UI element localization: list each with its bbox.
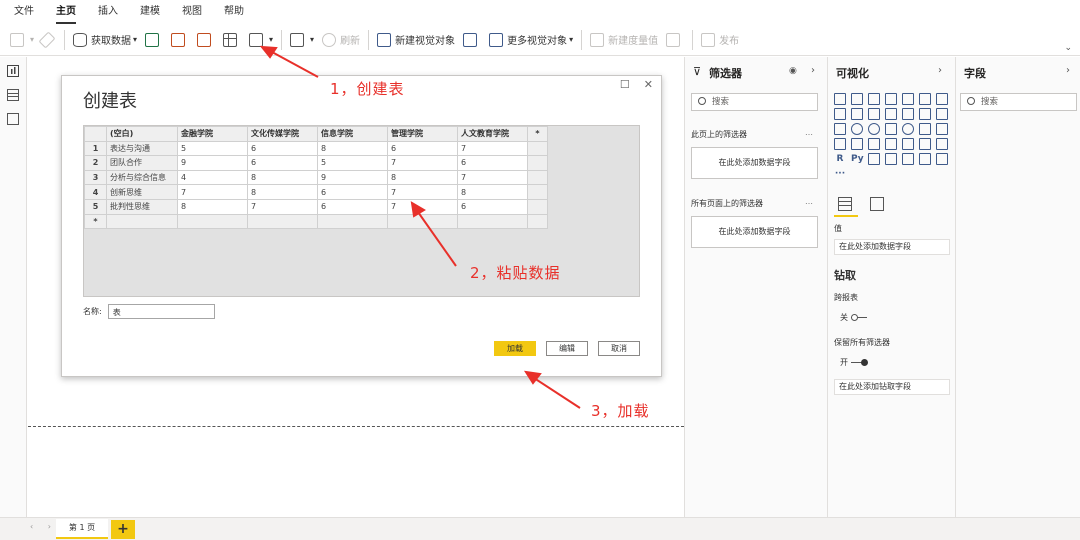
filter-icon: ⊽ bbox=[693, 65, 702, 78]
all-pages-filters-dropzone[interactable]: 在此处添加数据字段 bbox=[691, 216, 818, 248]
all-pages-filters-label: 所有页面上的筛选器… bbox=[691, 197, 813, 208]
page-filters-label: 此页上的筛选器… bbox=[691, 128, 813, 139]
clustered-column-icon[interactable] bbox=[885, 93, 897, 105]
chevron-right-icon[interactable]: › bbox=[1066, 65, 1070, 76]
treemap-icon[interactable] bbox=[885, 123, 897, 135]
percent-bar-icon[interactable] bbox=[902, 93, 914, 105]
qa-icon[interactable] bbox=[902, 153, 914, 165]
line-column-icon[interactable] bbox=[868, 108, 880, 120]
add-page-button[interactable]: + bbox=[111, 520, 135, 539]
multi-row-card-icon[interactable] bbox=[868, 138, 880, 150]
more-icon[interactable]: … bbox=[805, 197, 813, 206]
fields-pane: 字段 › 搜索 bbox=[955, 57, 1080, 517]
visualizations-pane: 可视化 › R Py ··· 值 在此处添加数据字段 钻取 跨报表 关 保留所有… bbox=[827, 57, 955, 517]
table-icon[interactable] bbox=[919, 138, 931, 150]
more-visuals-icon[interactable]: ··· bbox=[834, 168, 846, 180]
ribbon-chart-icon[interactable] bbox=[902, 108, 914, 120]
r-visual-icon[interactable]: R bbox=[834, 153, 846, 165]
more-icon[interactable]: … bbox=[805, 128, 813, 137]
search-icon bbox=[698, 97, 706, 105]
page-nav-arrows[interactable]: ‹ › bbox=[30, 522, 57, 531]
matrix-icon[interactable] bbox=[936, 138, 948, 150]
stacked-column-icon[interactable] bbox=[851, 93, 863, 105]
format-paint-roller-icon[interactable] bbox=[870, 197, 884, 211]
page-filters-dropzone[interactable]: 在此处添加数据字段 bbox=[691, 147, 818, 179]
search-icon bbox=[967, 97, 975, 105]
eye-icon[interactable]: ◉ bbox=[789, 66, 797, 76]
stacked-bar-icon[interactable] bbox=[834, 93, 846, 105]
keep-filters-toggle[interactable]: 开 bbox=[840, 357, 868, 368]
keep-filters-label: 保留所有筛选器 bbox=[834, 338, 890, 347]
smart-narrative-icon[interactable] bbox=[919, 153, 931, 165]
fields-title: 字段 bbox=[964, 67, 986, 80]
percent-column-icon[interactable] bbox=[919, 93, 931, 105]
chevron-right-icon[interactable]: › bbox=[811, 65, 815, 76]
cross-report-label: 跨报表 bbox=[834, 293, 858, 302]
line-chart-icon[interactable] bbox=[936, 93, 948, 105]
drillthrough-title: 钻取 bbox=[834, 269, 856, 282]
annotation-step2: 2，粘贴数据 bbox=[470, 264, 561, 282]
drillthrough-dropzone[interactable]: 在此处添加钻取字段 bbox=[834, 379, 950, 395]
gauge-icon[interactable] bbox=[834, 138, 846, 150]
line-stacked-column-icon[interactable] bbox=[885, 108, 897, 120]
visual-type-gallery: R Py ··· bbox=[834, 93, 950, 180]
card-icon[interactable] bbox=[851, 138, 863, 150]
kpi-icon[interactable] bbox=[885, 138, 897, 150]
shape-map-icon[interactable] bbox=[936, 123, 948, 135]
stacked-area-icon[interactable] bbox=[851, 108, 863, 120]
chevron-right-icon[interactable]: › bbox=[938, 65, 942, 76]
waterfall-icon[interactable] bbox=[919, 108, 931, 120]
page-tabs-bar: ‹ › 第 1 页 + bbox=[0, 517, 1080, 540]
clustered-bar-icon[interactable] bbox=[868, 93, 880, 105]
scatter-icon[interactable] bbox=[834, 123, 846, 135]
filters-title: 筛选器 bbox=[709, 67, 742, 80]
fields-well-icon[interactable] bbox=[838, 197, 852, 211]
values-dropzone[interactable]: 在此处添加数据字段 bbox=[834, 239, 950, 255]
key-influencers-icon[interactable] bbox=[868, 153, 880, 165]
filters-search-input[interactable]: 搜索 bbox=[691, 93, 818, 111]
visualizations-title: 可视化 bbox=[836, 67, 869, 80]
filled-map-icon[interactable] bbox=[919, 123, 931, 135]
donut-icon[interactable] bbox=[868, 123, 880, 135]
map-icon[interactable] bbox=[902, 123, 914, 135]
annotation-step1: 1，创建表 bbox=[330, 80, 405, 98]
cross-report-toggle[interactable]: 关 bbox=[840, 312, 867, 323]
slicer-icon[interactable] bbox=[902, 138, 914, 150]
page-tab[interactable]: 第 1 页 bbox=[56, 519, 108, 539]
values-label: 值 bbox=[834, 224, 842, 233]
annotation-step3: 3，加载 bbox=[591, 402, 650, 420]
filters-pane: ⊽ 筛选器 ◉ › 搜索 此页上的筛选器… 在此处添加数据字段 所有页面上的筛选… bbox=[684, 57, 827, 517]
decomposition-tree-icon[interactable] bbox=[885, 153, 897, 165]
pie-icon[interactable] bbox=[851, 123, 863, 135]
funnel-icon[interactable] bbox=[936, 108, 948, 120]
paginated-report-icon[interactable] bbox=[936, 153, 948, 165]
fields-search-input[interactable]: 搜索 bbox=[960, 93, 1077, 111]
python-visual-icon[interactable]: Py bbox=[851, 153, 864, 165]
area-chart-icon[interactable] bbox=[834, 108, 846, 120]
